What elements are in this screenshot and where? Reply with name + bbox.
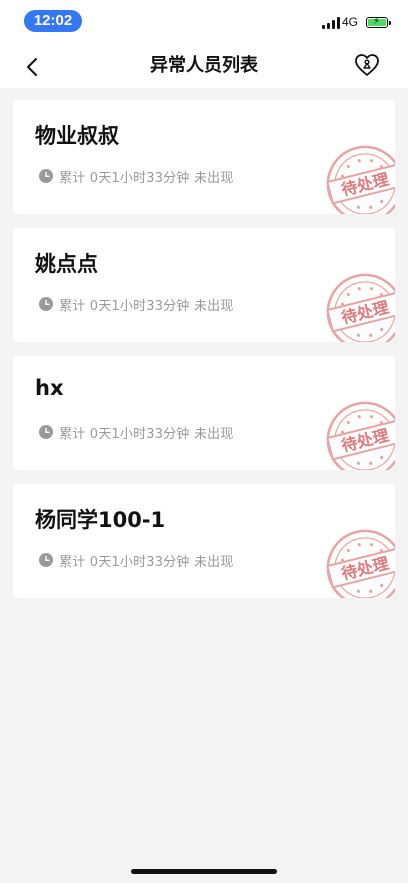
- absence-duration: 累计 0天1小时33分钟 未出现: [39, 551, 234, 570]
- home-indicator[interactable]: [131, 869, 277, 874]
- person-card[interactable]: 杨同学100-1 累计 0天1小时33分钟 未出现 待处理: [13, 484, 395, 598]
- duration-text: 累计 0天1小时33分钟 未出现: [59, 554, 234, 570]
- clock-icon: [39, 425, 53, 439]
- pending-stamp: 待处理: [326, 529, 395, 598]
- person-name: 杨同学100-1: [35, 508, 166, 532]
- absence-duration: 累计 0天1小时33分钟 未出现: [39, 295, 234, 314]
- signal-icon: [322, 17, 340, 29]
- status-time: 12:02: [24, 10, 82, 32]
- pending-stamp: 待处理: [326, 273, 395, 342]
- pending-stamp: 待处理: [326, 145, 395, 214]
- network-label: 4G: [342, 15, 359, 29]
- heart-badge-icon: [355, 54, 379, 76]
- duration-text: 累计 0天1小时33分钟 未出现: [59, 298, 234, 314]
- duration-text: 累计 0天1小时33分钟 未出现: [59, 426, 234, 442]
- pending-stamp: 待处理: [326, 401, 395, 470]
- nav-bar: 异常人员列表: [0, 44, 408, 88]
- absence-duration: 累计 0天1小时33分钟 未出现: [39, 423, 234, 442]
- person-card[interactable]: hx 累计 0天1小时33分钟 未出现 待处理: [13, 356, 395, 470]
- clock-icon: [39, 553, 53, 567]
- duration-text: 累计 0天1小时33分钟 未出现: [59, 170, 234, 186]
- status-bar: 12:02 4G ⚡: [0, 0, 408, 44]
- clock-icon: [39, 169, 53, 183]
- absence-duration: 累计 0天1小时33分钟 未出现: [39, 167, 234, 186]
- clock-icon: [39, 297, 53, 311]
- battery-icon: ⚡: [366, 16, 391, 28]
- heart-badge-button[interactable]: [354, 52, 380, 78]
- abnormal-person-list: 物业叔叔 累计 0天1小时33分钟 未出现 待处理 姚点点 累计 0天1小时33…: [13, 100, 395, 612]
- person-card[interactable]: 姚点点 累计 0天1小时33分钟 未出现 待处理: [13, 228, 395, 342]
- page-title: 异常人员列表: [150, 55, 258, 76]
- person-name: 物业叔叔: [35, 124, 119, 148]
- person-card[interactable]: 物业叔叔 累计 0天1小时33分钟 未出现 待处理: [13, 100, 395, 214]
- person-name: 姚点点: [35, 252, 98, 276]
- person-name: hx: [35, 376, 64, 400]
